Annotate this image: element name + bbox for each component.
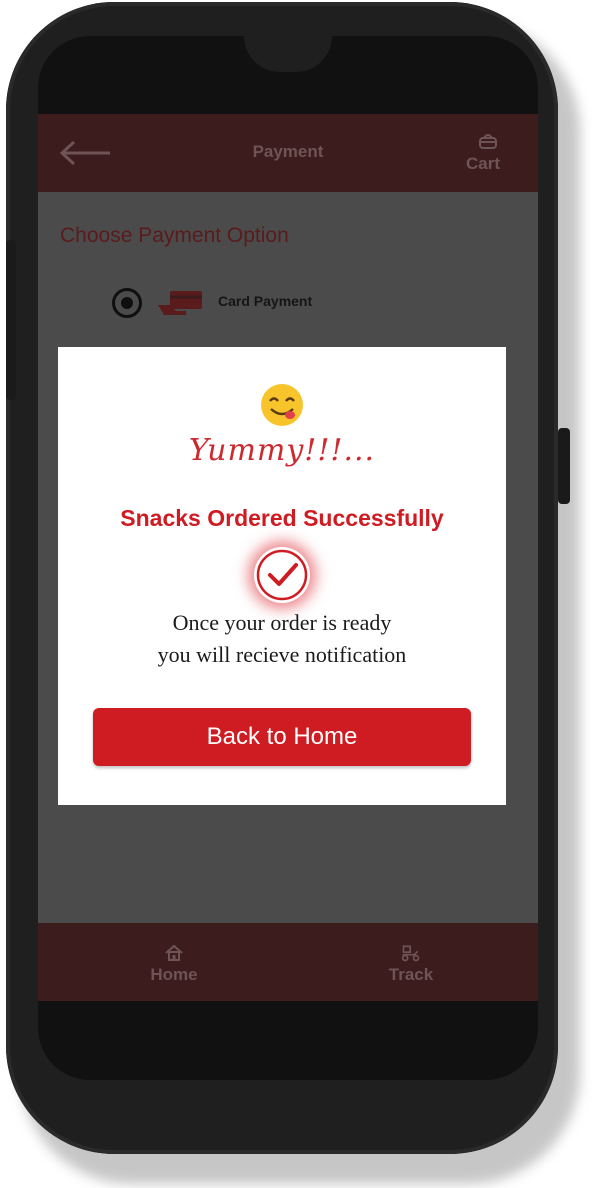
order-success-modal: Yummy!!!... Snacks Ordered Successfully … xyxy=(58,347,506,805)
card-payment-icon xyxy=(158,291,202,315)
cart-icon[interactable] xyxy=(478,132,498,150)
bottom-nav: Home Track xyxy=(38,923,538,1001)
section-heading: Choose Payment Option xyxy=(60,224,289,247)
yummy-exclamation: Yummy!!!... xyxy=(188,433,376,468)
order-message-line2: you will recieve notification xyxy=(157,642,407,667)
order-message: Once your order is ready you will reciev… xyxy=(58,607,506,671)
order-message-line1: Once your order is ready xyxy=(172,610,392,635)
back-to-home-button[interactable]: Back to Home xyxy=(93,708,471,766)
delivery-scooter-icon xyxy=(401,945,420,962)
yummy-face-emoji-icon xyxy=(261,384,303,426)
card-payment-radio[interactable] xyxy=(112,288,142,318)
app-header: Payment Cart xyxy=(38,114,538,192)
checkmark-circle-icon xyxy=(256,549,308,601)
cart-label[interactable]: Cart xyxy=(466,154,500,174)
nav-home[interactable]: Home xyxy=(114,923,234,1001)
home-icon xyxy=(165,944,183,961)
card-payment-label[interactable]: Card Payment xyxy=(218,293,312,309)
success-title: Snacks Ordered Successfully xyxy=(120,505,444,531)
nav-home-label: Home xyxy=(150,965,198,984)
success-check xyxy=(254,547,310,603)
power-button xyxy=(558,428,570,504)
camera-notch xyxy=(244,36,332,72)
page-title: Payment xyxy=(252,142,324,161)
volume-button xyxy=(6,240,16,400)
nav-track-label: Track xyxy=(388,965,434,984)
nav-track[interactable]: Track xyxy=(351,923,471,1001)
